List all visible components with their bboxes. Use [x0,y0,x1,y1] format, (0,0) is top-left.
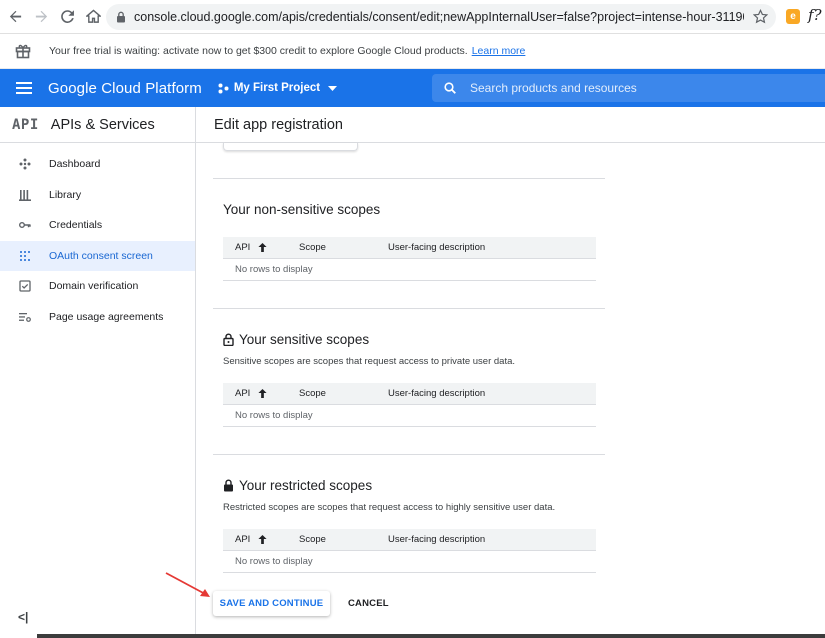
search-placeholder: Search products and resources [470,81,637,95]
library-icon [0,189,49,201]
column-api[interactable]: API [223,242,299,253]
non-sensitive-scopes-table: API Scope User-facing description No row… [223,237,596,281]
sort-up-arrow-icon[interactable] [258,534,267,545]
chevron-down-icon [328,85,338,91]
dashboard-icon [0,158,49,170]
sensitive-scopes-title: Your sensitive scopes [223,332,369,347]
project-dots-icon [218,83,229,94]
consent-icon [0,250,49,262]
learn-more-link[interactable]: Learn more [472,45,526,57]
form-actions: SAVE AND CONTINUE CANCEL [213,591,389,616]
column-label: API [235,534,251,545]
section-title-text: Your restricted scopes [239,478,373,493]
previous-button-edge[interactable] [223,143,358,151]
sidebar-item-label: OAuth consent screen [49,249,153,262]
sidebar-item-label: Domain verification [49,280,139,293]
trial-message: Your free trial is waiting: activate now… [49,45,468,57]
sidebar-item-credentials[interactable]: Credentials [0,210,195,241]
back-arrow-icon[interactable] [4,6,26,28]
sidebar-nav: Dashboard Library Credentials OAuth cons… [0,149,195,332]
table-header: API Scope User-facing description [223,383,596,405]
column-scope[interactable]: Scope [299,242,388,253]
column-description[interactable]: User-facing description [388,388,485,399]
sidebar-item-label: Library [49,188,82,201]
sidebar-item-dashboard[interactable]: Dashboard [0,149,195,180]
gift-icon [15,43,31,59]
column-api[interactable]: API [223,534,299,545]
extension-icon[interactable]: e [786,9,800,24]
gcp-header: Google Cloud Platform My First Project S… [0,69,825,107]
sidebar-item-oauth-consent[interactable]: OAuth consent screen [0,240,195,271]
address-bar[interactable]: console.cloud.google.com/apis/credential… [106,4,776,30]
lock-open-icon [223,333,234,346]
restricted-scopes-description: Restricted scopes are scopes that reques… [223,502,556,513]
api-logo-icon: API [12,116,39,133]
checkbox-icon [0,280,49,292]
restricted-scopes-table: API Scope User-facing description No row… [223,529,596,573]
restricted-scopes-title: Your restricted scopes [223,478,372,493]
sensitive-scopes-description: Sensitive scopes are scopes that request… [223,356,516,367]
page-title: Edit app registration [214,116,343,133]
empty-row: No rows to display [223,259,596,281]
search-icon [444,82,456,94]
sidebar-title: APIs & Services [50,116,155,133]
sidebar-header: API APIs & Services [0,107,195,143]
sidebar-item-domain-verification[interactable]: Domain verification [0,271,195,302]
annotation-arrow-icon [165,572,210,597]
sidebar-item-page-usage[interactable]: Page usage agreements [0,302,195,333]
sidebar: API APIs & Services Dashboard Library Cr… [0,107,196,638]
non-sensitive-scopes-title: Your non-sensitive scopes [223,202,380,217]
table-header: API Scope User-facing description [223,529,596,551]
empty-row: No rows to display [223,405,596,427]
browser-toolbar: console.cloud.google.com/apis/credential… [0,0,825,34]
project-name: My First Project [233,82,321,94]
empty-row: No rows to display [223,551,596,573]
column-description[interactable]: User-facing description [388,242,485,253]
bookmark-star-icon[interactable] [752,8,769,29]
reload-icon[interactable] [56,6,78,28]
column-scope[interactable]: Scope [299,388,388,399]
sort-up-arrow-icon[interactable] [258,242,267,253]
column-scope[interactable]: Scope [299,534,388,545]
taskbar-strip [37,634,825,638]
sort-up-arrow-icon[interactable] [258,388,267,399]
extension-formula-icon[interactable]: f? [808,6,822,24]
home-icon[interactable] [82,6,104,28]
hamburger-menu-icon[interactable] [16,82,32,94]
table-header: API Scope User-facing description [223,237,596,259]
lock-icon [223,479,234,492]
forward-arrow-icon[interactable] [30,6,52,28]
section-title-text: Your non-sensitive scopes [223,202,381,217]
free-trial-banner: Your free trial is waiting: activate now… [0,34,825,69]
sidebar-item-label: Page usage agreements [49,310,164,323]
lock-icon [116,11,126,23]
column-api[interactable]: API [223,388,299,399]
column-label: API [235,388,251,399]
sensitive-scopes-table: API Scope User-facing description No row… [223,383,596,427]
sidebar-item-library[interactable]: Library [0,180,195,211]
project-selector[interactable]: My First Project [218,82,338,94]
section-title-text: Your sensitive scopes [239,332,370,347]
cancel-button[interactable]: CANCEL [348,598,389,609]
column-description[interactable]: User-facing description [388,534,485,545]
sidebar-item-label: Dashboard [49,158,101,171]
section-divider [213,308,605,309]
page-header: Edit app registration [196,107,825,143]
url-text: console.cloud.google.com/apis/credential… [134,10,744,24]
section-divider [213,454,605,455]
settings-list-icon [0,311,49,323]
collapse-sidebar-icon[interactable]: <| [18,610,28,624]
key-icon [0,219,49,231]
brand-title[interactable]: Google Cloud Platform [48,80,202,97]
sidebar-item-label: Credentials [49,219,103,232]
section-divider [213,178,605,179]
save-and-continue-button[interactable]: SAVE AND CONTINUE [213,591,330,616]
search-bar[interactable]: Search products and resources [432,74,825,102]
column-label: API [235,242,251,253]
